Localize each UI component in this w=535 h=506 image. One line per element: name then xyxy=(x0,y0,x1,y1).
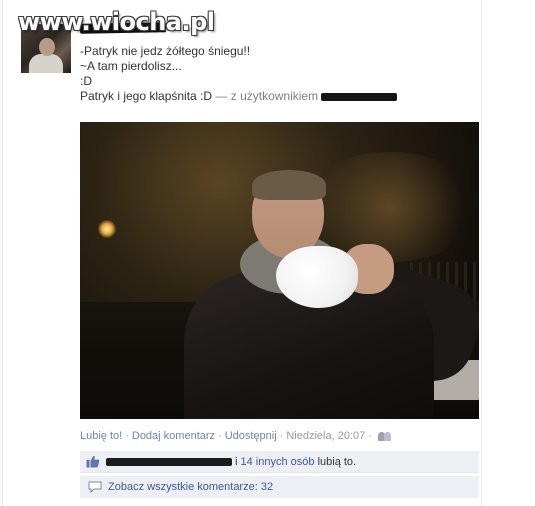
post-line: -Patryk nie jedz żółtego śniegu!! xyxy=(80,44,251,58)
tagged-with-text: — z użytkownikiem xyxy=(215,89,319,103)
thumbs-up-icon xyxy=(86,455,100,468)
post-photo[interactable] xyxy=(80,122,479,419)
separator: · xyxy=(218,430,222,442)
watermark: www.wiocha.pl xyxy=(18,8,215,36)
people-icon[interactable] xyxy=(377,431,392,442)
street-lamp-glow xyxy=(98,220,116,238)
comments-summary[interactable]: Zobacz wszystkie komentarze: 32 xyxy=(80,476,479,498)
likes-connector: i xyxy=(235,455,238,468)
speech-bubble-icon xyxy=(88,481,102,493)
tagged-user-redacted[interactable] xyxy=(321,92,398,101)
likes-tail: lubią to. xyxy=(317,455,357,468)
caption-text: Patryk i jego klapśnita :D xyxy=(80,89,213,103)
likes-summary: i 14 innych osób lubią to. xyxy=(80,451,479,473)
separator: · xyxy=(368,430,372,442)
share-link[interactable]: Udostępnij xyxy=(225,430,277,442)
post-message: -Patryk nie jedz żółtego śniegu!! ~A tam… xyxy=(80,44,470,104)
add-comment-link[interactable]: Dodaj komentarz xyxy=(132,430,215,442)
view-all-comments-link[interactable]: Zobacz wszystkie komentarze: 32 xyxy=(108,481,273,493)
likers-redacted[interactable] xyxy=(106,457,232,466)
feed-border-left xyxy=(2,0,3,506)
post-line: ~A tam pierdolisz... xyxy=(80,59,182,73)
separator: · xyxy=(279,430,284,442)
like-link[interactable]: Lubię to! xyxy=(80,430,122,442)
photo-caption: Patryk i jego klapśnita :D — z użytkowni… xyxy=(80,89,470,104)
post-timestamp[interactable]: Niedziela, 20:07 xyxy=(286,430,365,442)
post-actions: Lubię to! · Dodaj komentarz · Udostępnij · Nie… xyxy=(80,430,392,444)
separator: · xyxy=(125,430,129,442)
post-line: :D xyxy=(80,74,92,88)
others-link[interactable]: 14 innych osób xyxy=(241,456,315,468)
feed-border-right xyxy=(481,0,482,506)
